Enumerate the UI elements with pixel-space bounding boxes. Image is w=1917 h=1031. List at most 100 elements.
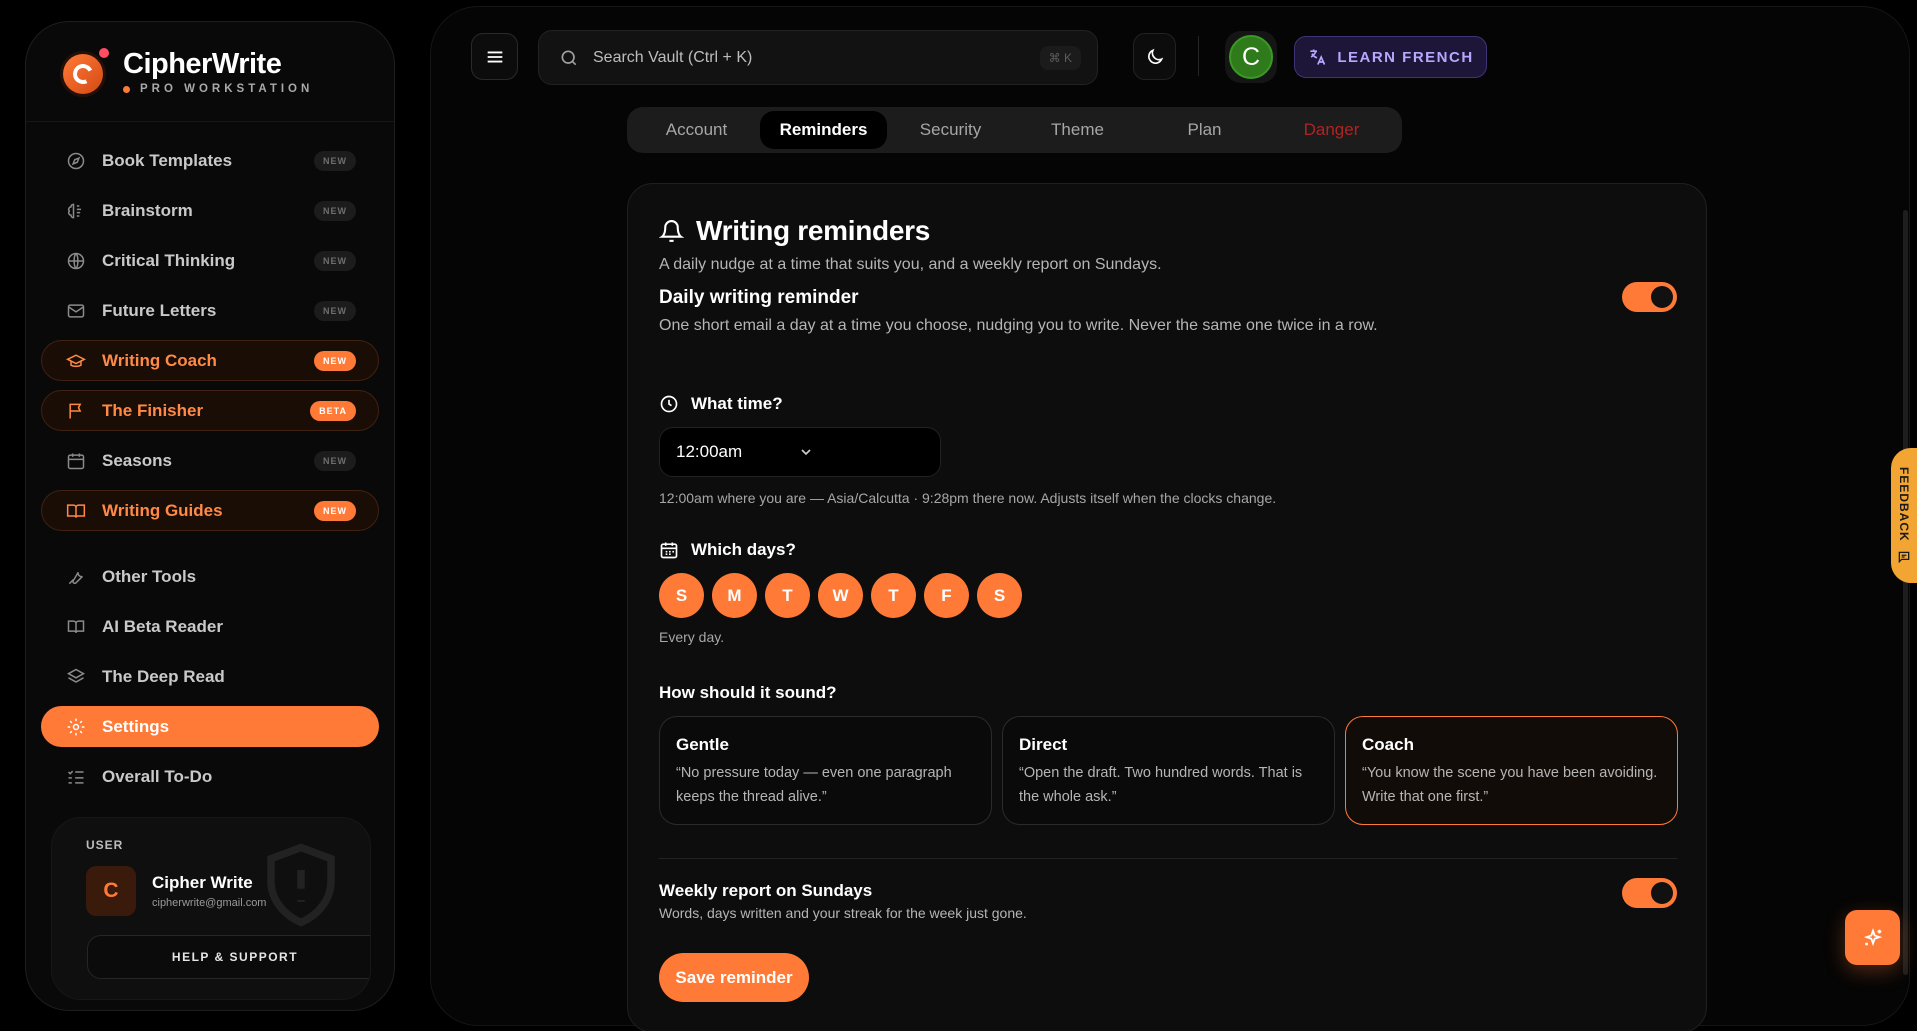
days-note: Every day. xyxy=(659,629,725,645)
tone-option-coach[interactable]: Coach “You know the scene you have been … xyxy=(1345,716,1678,825)
book-reader-icon xyxy=(66,617,86,637)
day-picker: S M T W T F S xyxy=(659,573,1022,618)
new-badge: NEW xyxy=(314,300,356,321)
search-icon xyxy=(559,48,579,68)
tone-label: How should it sound? xyxy=(659,683,837,702)
tone-option-gentle[interactable]: Gentle “No pressure today — even one par… xyxy=(659,716,992,825)
globe-icon xyxy=(66,251,86,271)
ai-assistant-button[interactable] xyxy=(1845,910,1900,965)
new-badge: NEW xyxy=(314,250,356,271)
days-label: Which days? xyxy=(659,540,796,560)
user-email: cipherwrite@gmail.com xyxy=(152,897,267,909)
compass-icon xyxy=(66,151,86,171)
day-wednesday-button[interactable]: W xyxy=(818,573,863,618)
clock-icon xyxy=(659,394,679,414)
sidebar-item-book-templates[interactable]: Book Templates NEW xyxy=(41,140,379,181)
day-saturday-button[interactable]: S xyxy=(977,573,1022,618)
bell-icon xyxy=(659,219,684,244)
sidebar-item-brainstorm[interactable]: Brainstorm NEW xyxy=(41,190,379,231)
weekly-report-toggle[interactable] xyxy=(1622,878,1677,908)
message-icon xyxy=(1897,550,1911,564)
learn-french-button[interactable]: LEARN FRENCH xyxy=(1294,36,1487,78)
moon-icon xyxy=(1145,47,1165,67)
day-tuesday-button[interactable]: T xyxy=(765,573,810,618)
search-bar[interactable]: ⌘ K xyxy=(538,30,1098,85)
user-card: USER C Cipher Write cipherwrite@gmail.co… xyxy=(51,817,371,1000)
new-badge: NEW xyxy=(314,350,356,371)
brand-tagline: PRO WORKSTATION xyxy=(123,83,313,95)
shield-alert-icon xyxy=(256,840,346,930)
sidebar-item-the-deep-read[interactable]: The Deep Read xyxy=(41,656,379,697)
wrench-icon xyxy=(66,567,86,587)
sparkles-icon xyxy=(1862,927,1884,949)
sidebar-item-the-finisher[interactable]: The Finisher BETA xyxy=(41,390,379,431)
beta-badge: BETA xyxy=(310,400,356,421)
page-title: Writing reminders xyxy=(659,215,930,247)
menu-button[interactable] xyxy=(471,33,518,80)
brand[interactable]: CipherWrite PRO WORKSTATION xyxy=(26,22,394,122)
sidebar-item-critical-thinking[interactable]: Critical Thinking NEW xyxy=(41,240,379,281)
search-shortcut: ⌘ K xyxy=(1039,45,1081,70)
header-divider xyxy=(1198,36,1199,76)
daily-reminder-title: Daily writing reminder xyxy=(659,287,859,308)
page-description: A daily nudge at a time that suits you, … xyxy=(659,256,1162,273)
brand-logo xyxy=(61,47,109,96)
daily-reminder-description: One short email a day at a time you choo… xyxy=(659,317,1378,334)
sidebar-item-ai-beta-reader[interactable]: AI Beta Reader xyxy=(41,606,379,647)
weekly-report-description: Words, days written and your streak for … xyxy=(659,905,1027,921)
sidebar-item-writing-coach[interactable]: Writing Coach NEW xyxy=(41,340,379,381)
day-thursday-button[interactable]: T xyxy=(871,573,916,618)
sidebar-item-writing-guides[interactable]: Writing Guides NEW xyxy=(41,490,379,531)
time-select-value: 12:00am xyxy=(676,442,743,461)
time-select[interactable]: 12:00am xyxy=(659,427,941,477)
new-badge: NEW xyxy=(314,450,356,471)
chevron-down-icon xyxy=(798,444,920,460)
calendar-icon xyxy=(66,451,86,471)
gear-icon xyxy=(66,717,86,737)
book-open-icon xyxy=(66,501,86,521)
time-note: 12:00am where you are — Asia/Calcutta · … xyxy=(659,490,1277,506)
sidebar-nav: Book Templates NEW Brainstorm NEW Critic… xyxy=(41,140,379,806)
calendar-icon xyxy=(659,540,679,560)
daily-reminder-toggle[interactable] xyxy=(1622,282,1677,312)
theme-toggle-button[interactable] xyxy=(1133,33,1176,80)
new-badge: NEW xyxy=(314,500,356,521)
tone-options: Gentle “No pressure today — even one par… xyxy=(659,716,1678,825)
scrollbar[interactable] xyxy=(1903,210,1908,975)
sidebar: CipherWrite PRO WORKSTATION Book Templat… xyxy=(25,21,395,1011)
tab-plan[interactable]: Plan xyxy=(1141,111,1268,149)
layers-icon xyxy=(66,667,86,687)
tab-security[interactable]: Security xyxy=(887,111,1014,149)
translate-icon xyxy=(1307,47,1327,67)
day-monday-button[interactable]: M xyxy=(712,573,757,618)
tab-danger[interactable]: Danger xyxy=(1268,111,1395,149)
new-badge: NEW xyxy=(314,150,356,171)
section-divider xyxy=(659,858,1677,859)
sidebar-item-seasons[interactable]: Seasons NEW xyxy=(41,440,379,481)
tone-option-direct[interactable]: Direct “Open the draft. Two hundred word… xyxy=(1002,716,1335,825)
tab-account[interactable]: Account xyxy=(633,111,760,149)
reminders-panel: Writing reminders A daily nudge at a tim… xyxy=(627,183,1707,1031)
save-reminder-button[interactable]: Save reminder xyxy=(659,953,809,1002)
user-name: Cipher Write xyxy=(152,873,253,892)
weekly-report-row: Weekly report on Sundays Words, days wri… xyxy=(659,881,1027,921)
sidebar-item-overall-to-do[interactable]: Overall To-Do xyxy=(41,756,379,797)
new-badge: NEW xyxy=(314,200,356,221)
avatar: C xyxy=(86,866,136,916)
flag-icon xyxy=(66,401,86,421)
tab-theme[interactable]: Theme xyxy=(1014,111,1141,149)
profile-button[interactable]: C xyxy=(1225,31,1277,83)
hamburger-icon xyxy=(484,46,506,68)
feedback-tab[interactable]: FEEDBACK xyxy=(1891,448,1917,583)
sidebar-item-other-tools[interactable]: Other Tools xyxy=(41,556,379,597)
profile-avatar: C xyxy=(1229,35,1273,79)
day-friday-button[interactable]: F xyxy=(924,573,969,618)
weekly-report-title: Weekly report on Sundays xyxy=(659,881,873,900)
tab-reminders[interactable]: Reminders xyxy=(760,111,887,149)
sidebar-item-settings[interactable]: Settings xyxy=(41,706,379,747)
day-sunday-button[interactable]: S xyxy=(659,573,704,618)
help-support-button[interactable]: HELP & SUPPORT xyxy=(87,935,370,979)
search-input[interactable] xyxy=(593,48,1040,67)
mail-icon xyxy=(66,301,86,321)
sidebar-item-future-letters[interactable]: Future Letters NEW xyxy=(41,290,379,331)
